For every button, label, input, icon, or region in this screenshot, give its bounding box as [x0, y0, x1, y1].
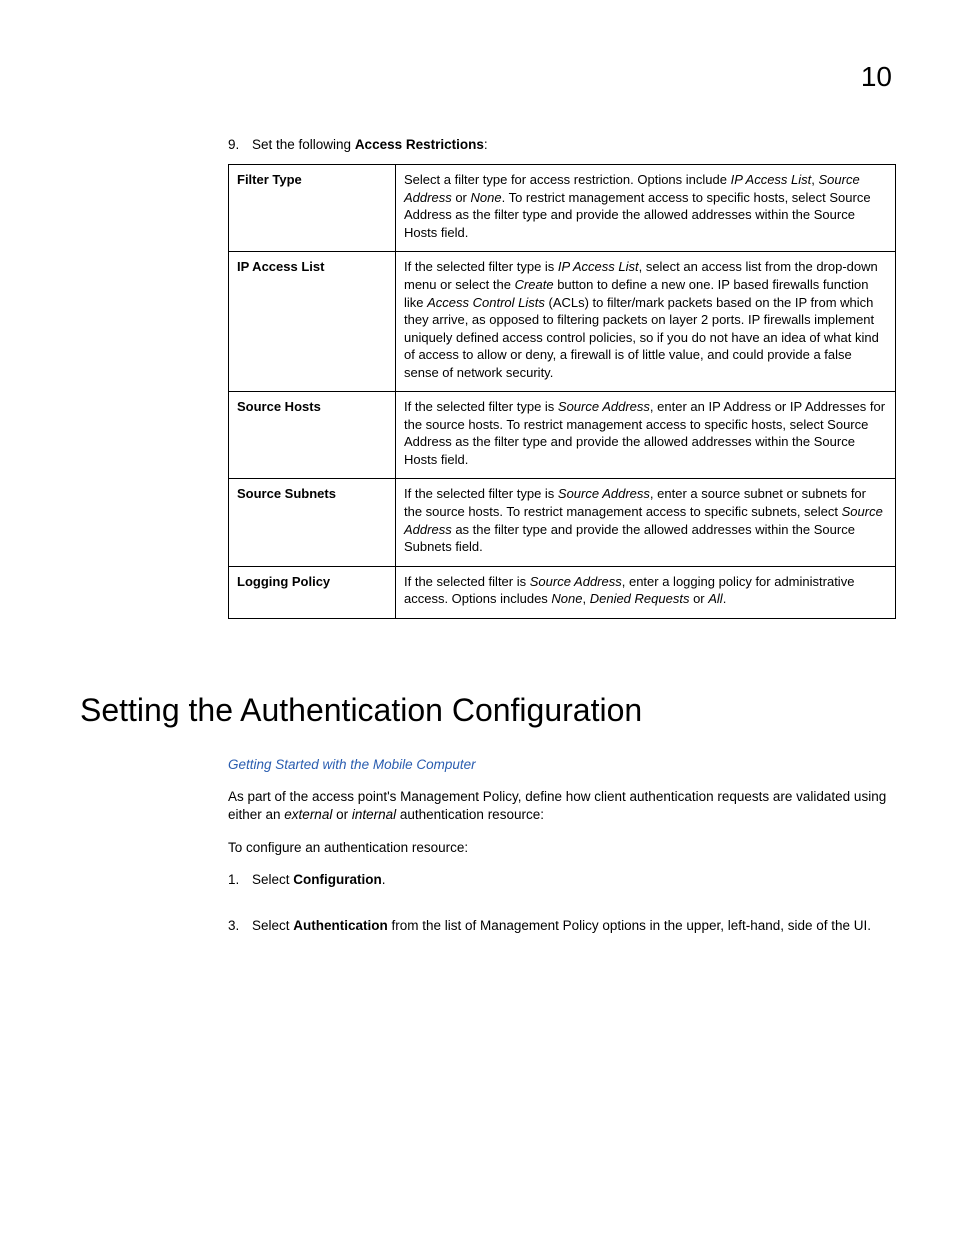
bold-text: Authentication — [293, 918, 388, 933]
step-body: Set the following Access Restrictions: — [252, 136, 896, 154]
italic-text: All — [708, 591, 722, 606]
link-getting-started[interactable]: Getting Started with the Mobile Computer — [228, 757, 476, 772]
row-description: If the selected filter type is Source Ad… — [396, 392, 896, 479]
text-run: . — [382, 872, 386, 887]
row-label: Filter Type — [229, 165, 396, 252]
row-description: Select a filter type for access restrict… — [396, 165, 896, 252]
section-heading: Setting the Authentication Configuration — [80, 689, 896, 732]
text-run: If the selected filter type is — [404, 399, 558, 414]
table-row: Source SubnetsIf the selected filter typ… — [229, 479, 896, 566]
text-run: or — [452, 190, 471, 205]
italic-text: Denied Requests — [590, 591, 690, 606]
step-body: Select Configuration. — [252, 871, 896, 889]
italic-text: IP Access List — [558, 259, 639, 274]
text-run: If the selected filter type is — [404, 259, 558, 274]
text-run: or — [689, 591, 708, 606]
step-number: 1. — [228, 871, 252, 889]
lead-sentence: To configure an authentication resource: — [228, 839, 896, 857]
step-text-after: : — [484, 137, 488, 152]
table-row: Filter Type Select a filter type for acce… — [229, 165, 896, 252]
text-run: or — [332, 807, 352, 822]
italic-text: Source Address — [530, 574, 622, 589]
text-run: Select — [252, 918, 293, 933]
row-description: If the selected filter type is IP Access… — [396, 252, 896, 392]
content-column: 9. Set the following Access Restrictions… — [228, 136, 896, 935]
text-run: If the selected filter is — [404, 574, 530, 589]
step-body: Select Authentication from the list of M… — [252, 917, 896, 935]
step-number: 9. — [228, 136, 252, 154]
row-description: If the selected filter is Source Address… — [396, 566, 896, 618]
page: 10 9. Set the following Access Restricti… — [0, 0, 954, 1235]
table-row: Source HostsIf the selected filter type … — [229, 392, 896, 479]
row-label: IP Access List — [229, 252, 396, 392]
table-row: IP Access ListIf the selected filter typ… — [229, 252, 896, 392]
italic-text: Create — [515, 277, 554, 292]
table-row: Logging PolicyIf the selected filter is … — [229, 566, 896, 618]
text-run: Select — [252, 872, 293, 887]
access-restrictions-table: Filter Type Select a filter type for acce… — [228, 164, 896, 618]
row-label: Source Subnets — [229, 479, 396, 566]
text-run: authentication resource: — [396, 807, 544, 822]
italic-text: Source Address — [558, 399, 650, 414]
row-label: Logging Policy — [229, 566, 396, 618]
text-run: from the list of Management Policy optio… — [388, 918, 871, 933]
chapter-number: 10 — [861, 58, 892, 96]
step-number: 3. — [228, 917, 252, 935]
text-run: If the selected filter type is — [404, 486, 558, 501]
row-description: If the selected filter type is Source Ad… — [396, 479, 896, 566]
row-label: Source Hosts — [229, 392, 396, 479]
italic-text: None — [471, 190, 502, 205]
procedure-step: 1.Select Configuration. — [228, 871, 896, 889]
text-run: as the filter type and provide the allow… — [404, 522, 855, 555]
related-link: Getting Started with the Mobile Computer — [228, 756, 896, 774]
bold-text: Configuration — [293, 872, 381, 887]
italic-text: internal — [352, 807, 396, 822]
text-run: , — [811, 172, 818, 187]
italic-text: Source Address — [558, 486, 650, 501]
text-run: , — [582, 591, 589, 606]
step-text-bold: Access Restrictions — [355, 137, 484, 152]
text-run: Select a filter type for access restrict… — [404, 172, 731, 187]
italic-text: external — [284, 807, 332, 822]
italic-text: Access Control Lists — [427, 295, 545, 310]
italic-text: None — [551, 591, 582, 606]
procedure-step: 3.Select Authentication from the list of… — [228, 917, 896, 935]
italic-text: IP Access List — [731, 172, 812, 187]
step-text-before: Set the following — [252, 137, 355, 152]
step-9: 9. Set the following Access Restrictions… — [228, 136, 896, 154]
intro-paragraph: As part of the access point's Management… — [228, 788, 896, 824]
text-run: . — [723, 591, 727, 606]
